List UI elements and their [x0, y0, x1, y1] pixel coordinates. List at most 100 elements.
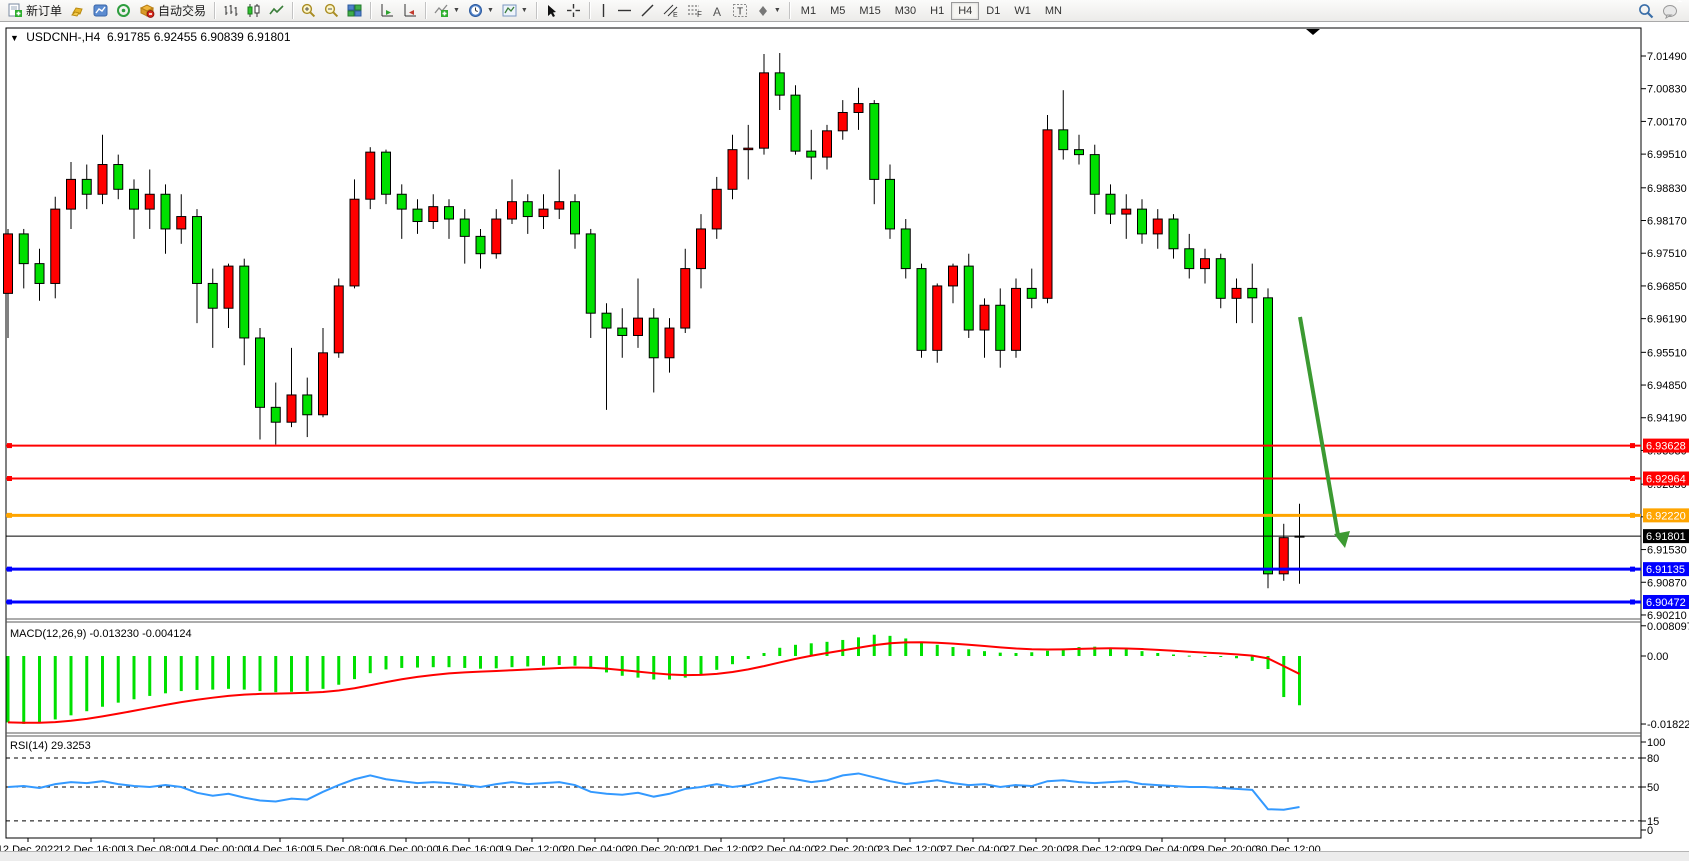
candle	[82, 179, 91, 194]
bar-chart-button[interactable]	[219, 1, 242, 20]
hline-right-handle[interactable]	[1630, 513, 1635, 518]
new-indicator-button[interactable]: ▼	[430, 1, 464, 20]
line-chart-button[interactable]	[265, 1, 288, 20]
zoom-out-button[interactable]	[320, 1, 343, 20]
timeframe-m5[interactable]: M5	[823, 2, 852, 20]
arrows-tool[interactable]: ▼	[752, 1, 785, 20]
chart-collapse-icon[interactable]: ▼	[10, 33, 19, 43]
chart-canvas[interactable]: 7.014907.008307.001706.995106.988306.981…	[0, 22, 1689, 852]
macd-histogram-bar	[1235, 656, 1238, 658]
candle	[413, 209, 422, 221]
price-axis-tick-label: 7.01490	[1647, 51, 1687, 63]
auto-scroll-button[interactable]	[375, 1, 398, 20]
candle	[51, 209, 60, 283]
hline-right-handle[interactable]	[1630, 443, 1635, 448]
signals-button[interactable]	[112, 1, 135, 20]
timeframe-mn[interactable]: MN	[1038, 2, 1069, 20]
macd-histogram-bar	[227, 656, 230, 689]
channel-tool[interactable]: E	[659, 1, 683, 20]
search-icon[interactable]	[1638, 3, 1654, 19]
vertical-line-tool[interactable]	[594, 1, 613, 20]
trendline-tool[interactable]	[636, 1, 659, 20]
chart-shift-marker[interactable]	[1306, 29, 1320, 35]
macd-histogram-bar	[983, 651, 986, 656]
timeframe-w1[interactable]: W1	[1007, 2, 1038, 20]
gold-button[interactable]	[66, 1, 89, 20]
tile-windows-button[interactable]	[343, 1, 366, 20]
tile-windows-icon	[347, 3, 362, 18]
horizontal-line-tool[interactable]	[613, 1, 636, 20]
chart-shift-button[interactable]	[398, 1, 421, 20]
candle	[130, 189, 139, 209]
autotrading-button[interactable]: 自动交易	[135, 1, 210, 20]
svg-text:A: A	[713, 5, 721, 18]
timeframe-m30[interactable]: M30	[888, 2, 923, 20]
hline-right-handle[interactable]	[1630, 476, 1635, 481]
text-tool[interactable]: A	[707, 1, 728, 20]
crosshair-tool-button[interactable]	[562, 1, 585, 20]
templates-button[interactable]: ▼	[498, 1, 532, 20]
candle	[571, 202, 580, 234]
candle	[555, 202, 564, 209]
hline-right-handle[interactable]	[1630, 599, 1635, 604]
hline-left-handle[interactable]	[7, 443, 12, 448]
cursor-tool-button[interactable]	[541, 1, 562, 20]
candle	[350, 199, 359, 286]
candle	[492, 219, 501, 254]
candle	[933, 286, 942, 350]
macd-histogram-bar	[385, 656, 388, 669]
macd-histogram-bar	[574, 656, 577, 666]
macd-histogram-bar	[558, 656, 561, 665]
zoom-in-button[interactable]	[297, 1, 320, 20]
candle	[775, 73, 784, 95]
hline-right-handle[interactable]	[1630, 567, 1635, 572]
candle	[1216, 259, 1225, 299]
hline-left-handle[interactable]	[7, 513, 12, 518]
chart-window[interactable]: ▼ USDCNH-,H4 6.91785 6.92455 6.90839 6.9…	[0, 22, 1689, 852]
timeframe-m1[interactable]: M1	[794, 2, 823, 20]
macd-histogram-bar	[274, 656, 277, 692]
candlestick-chart-button[interactable]	[242, 1, 265, 20]
timeframe-h1[interactable]: H1	[923, 2, 951, 20]
price-axis-tick-label: 6.97510	[1647, 248, 1687, 260]
price-axis-tick-label: 6.91530	[1647, 545, 1687, 557]
candle	[539, 209, 548, 216]
candle	[697, 229, 706, 269]
toolbar-separator	[370, 2, 371, 19]
rsi-line	[8, 773, 1300, 809]
hline-left-handle[interactable]	[7, 599, 12, 604]
candle	[1012, 288, 1021, 350]
macd-histogram-bar	[70, 656, 73, 715]
text-label-tool[interactable]: T	[728, 1, 752, 20]
candle	[334, 286, 343, 353]
dropdown-caret: ▼	[487, 7, 494, 14]
candle	[429, 207, 438, 222]
auto-scroll-icon	[379, 3, 394, 18]
chart-symbol-period: USDCNH-,H4	[26, 30, 100, 44]
toolbar-separator	[292, 2, 293, 19]
hline-left-handle[interactable]	[7, 567, 12, 572]
candle	[1264, 298, 1273, 574]
periods-button[interactable]: ▼	[464, 1, 498, 20]
svg-text:F: F	[697, 10, 702, 18]
candle	[964, 266, 973, 330]
rsi-label: RSI(14) 29.3253	[10, 740, 91, 752]
timeframe-d1[interactable]: D1	[979, 2, 1007, 20]
terminal-button[interactable]	[89, 1, 112, 20]
macd-histogram-bar	[904, 638, 907, 656]
hline-left-handle[interactable]	[7, 476, 12, 481]
candle	[19, 234, 28, 264]
fibonacci-icon: F	[687, 3, 703, 18]
fibonacci-tool[interactable]: F	[683, 1, 707, 20]
new-order-button[interactable]: 新订单	[4, 1, 66, 20]
price-axis-tick-label: 7.00830	[1647, 84, 1687, 96]
price-axis-tick-label: 6.98830	[1647, 183, 1687, 195]
candle	[303, 395, 312, 415]
notifications-icon[interactable]: 1	[1662, 3, 1679, 19]
price-axis-tick-label: 6.96850	[1647, 281, 1687, 293]
macd-histogram-bar	[117, 656, 120, 703]
candle	[193, 217, 202, 284]
macd-histogram-bar	[652, 656, 655, 680]
timeframe-m15[interactable]: M15	[852, 2, 887, 20]
timeframe-h4[interactable]: H4	[951, 2, 979, 20]
